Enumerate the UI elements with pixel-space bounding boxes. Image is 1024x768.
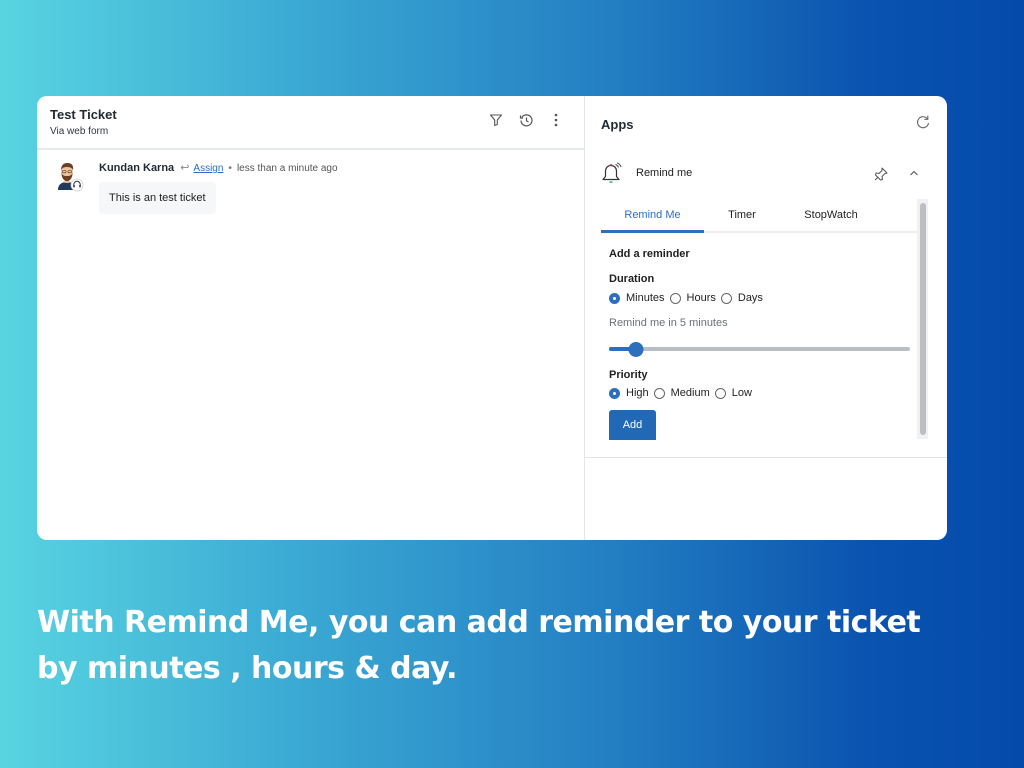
reply-icon: ↩ (180, 162, 190, 174)
app-tabs: Remind Me Timer StopWatch (601, 205, 917, 233)
radio-medium[interactable] (653, 387, 665, 399)
radio-label: Days (737, 292, 763, 304)
radio-high[interactable] (609, 387, 620, 399)
duration-option-days[interactable]: Days (720, 292, 763, 304)
priority-option-high[interactable]: High (609, 387, 649, 399)
radio-minutes[interactable] (609, 292, 620, 304)
priority-option-low[interactable]: Low (714, 387, 752, 399)
history-icon[interactable] (518, 112, 534, 128)
duration-option-minutes[interactable]: Minutes (609, 292, 665, 304)
radio-label: High (626, 387, 649, 399)
message-timestamp: less than a minute ago (236, 163, 338, 174)
ticket-source: Via web form (50, 126, 109, 137)
tab-remind-me[interactable]: Remind Me (601, 209, 704, 233)
agent-avatar (54, 162, 84, 192)
radio-hours[interactable] (669, 292, 681, 304)
app-remind-me-header[interactable]: Remind me (601, 162, 931, 186)
promo-caption: With Remind Me, you can add reminder to … (37, 600, 921, 692)
message-body: This is an test ticket (99, 182, 216, 214)
duration-slider[interactable] (609, 342, 910, 357)
form-heading: Add a reminder (609, 248, 690, 260)
ticket-title: Test Ticket (50, 107, 117, 122)
author-name: Kundan Karna (99, 162, 175, 174)
app-name: Remind me (636, 167, 693, 179)
pin-icon[interactable] (873, 166, 889, 182)
tab-stopwatch[interactable]: StopWatch (796, 209, 866, 231)
filter-icon[interactable] (488, 112, 504, 128)
scrollbar[interactable] (917, 199, 928, 439)
add-reminder-button[interactable]: Add (609, 410, 656, 440)
bell-icon (601, 162, 623, 186)
apps-title: Apps (601, 117, 634, 132)
more-vertical-icon[interactable] (548, 112, 564, 128)
chevron-up-icon[interactable] (907, 166, 921, 180)
radio-label: Hours (686, 292, 716, 304)
refresh-icon[interactable] (915, 114, 931, 130)
ticket-header: Test Ticket Via web form (37, 96, 584, 150)
app-window: Test Ticket Via web form Kundan Karna ↩ … (37, 96, 947, 540)
duration-radio-group: Minutes Hours Days (609, 292, 768, 304)
duration-label: Duration (609, 273, 655, 285)
caption-line-2: by minutes , hours & day. (37, 651, 458, 686)
radio-label: Medium (670, 387, 710, 399)
priority-radio-group: High Medium Low (609, 387, 757, 399)
ticket-pane: Test Ticket Via web form Kundan Karna ↩ … (37, 96, 585, 540)
tab-timer[interactable]: Timer (718, 209, 766, 231)
slider-track (609, 347, 910, 351)
apps-panel: Apps Remind me Remind Me Timer StopWatch… (585, 96, 947, 540)
priority-option-medium[interactable]: Medium (653, 387, 710, 399)
caption-line-1: With Remind Me, you can add reminder to … (37, 605, 921, 640)
assign-link[interactable]: Assign (193, 163, 223, 174)
slider-thumb[interactable] (628, 342, 644, 357)
radio-label: Low (731, 387, 752, 399)
separator-dot: • (228, 163, 232, 174)
radio-low[interactable] (714, 387, 726, 399)
panel-divider (585, 457, 947, 458)
reminder-hint: Remind me in 5 minutes (609, 317, 728, 329)
priority-label: Priority (609, 369, 648, 381)
radio-days[interactable] (720, 292, 732, 304)
radio-label: Minutes (626, 292, 665, 304)
scrollbar-thumb[interactable] (920, 203, 926, 435)
duration-option-hours[interactable]: Hours (669, 292, 716, 304)
